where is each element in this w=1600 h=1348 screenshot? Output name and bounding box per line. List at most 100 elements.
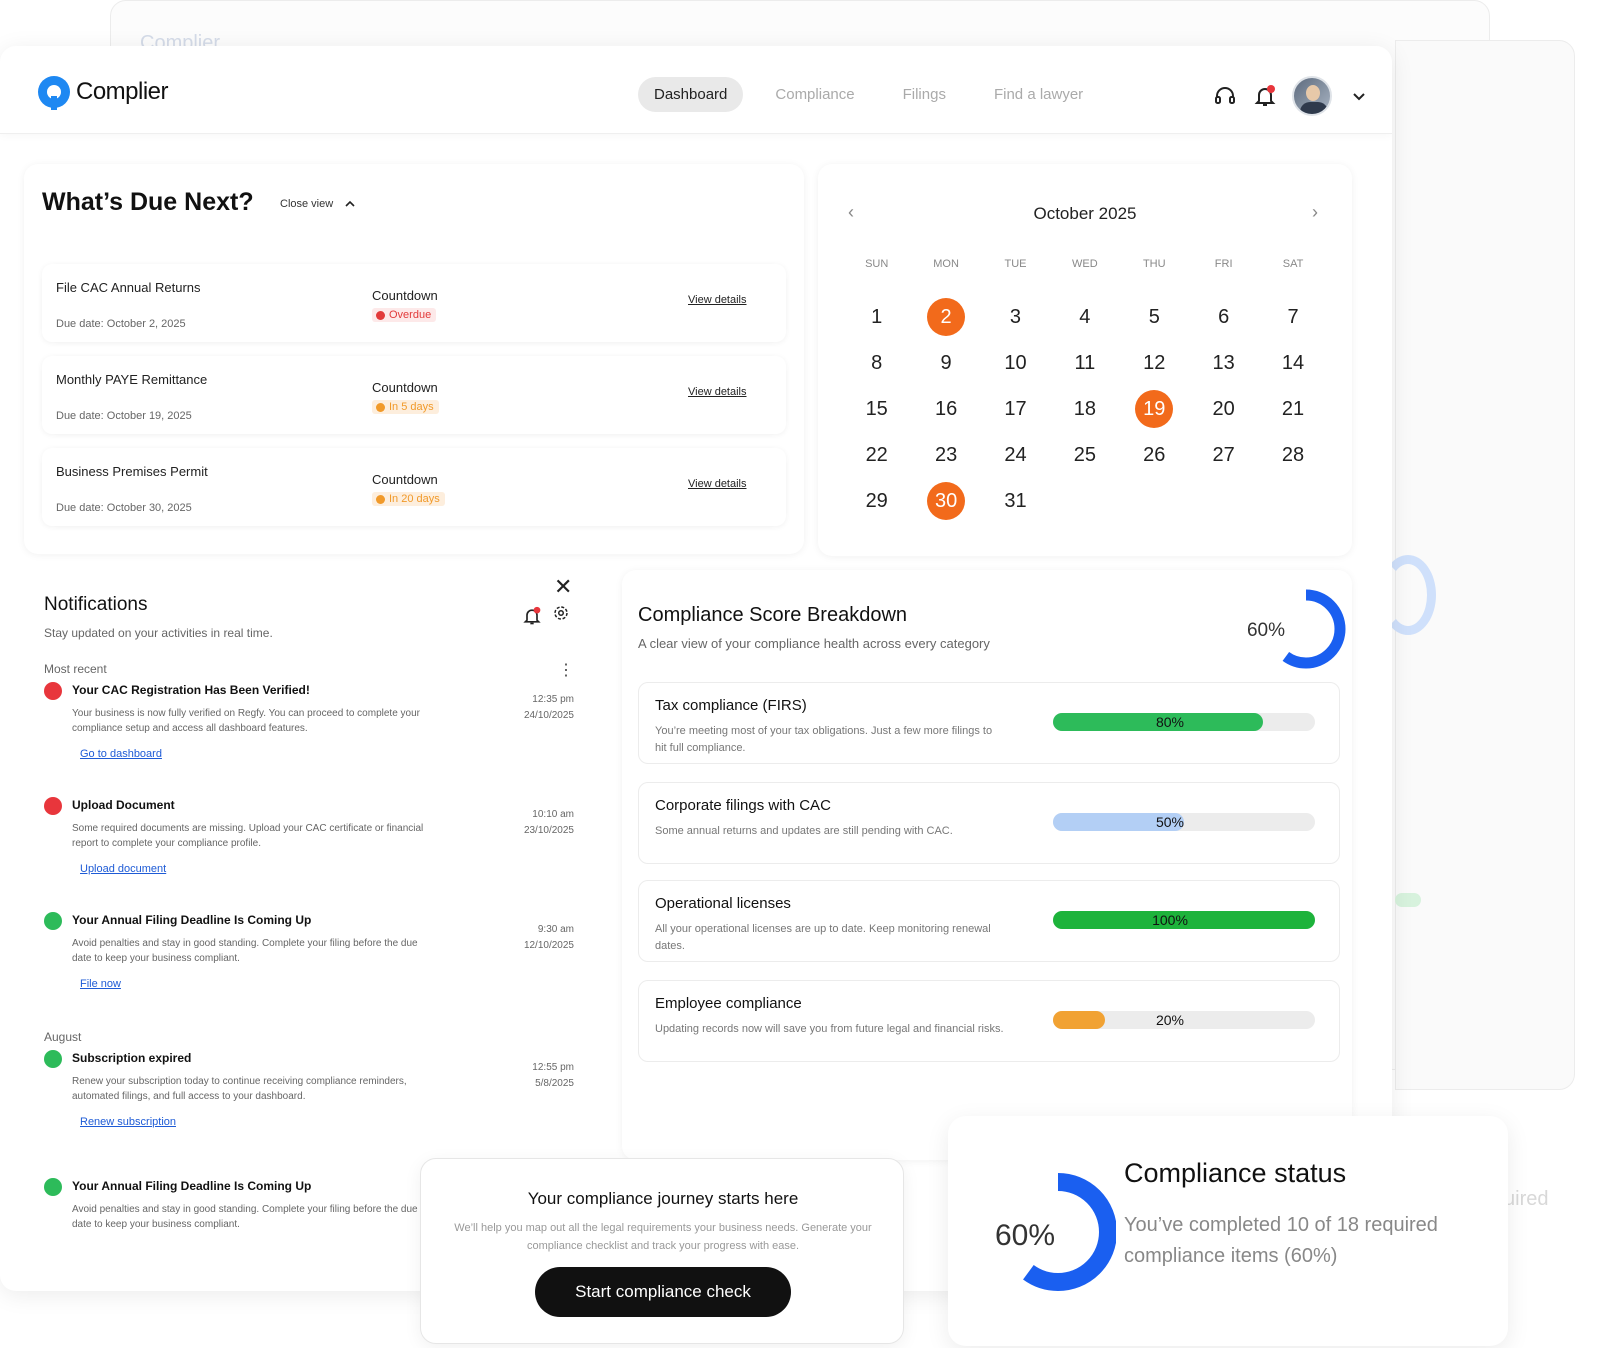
calendar-day[interactable]: 14: [1258, 340, 1327, 386]
score-title: Compliance Score Breakdown: [638, 604, 908, 626]
status-donut: 60%: [995, 1173, 1116, 1291]
calendar-day[interactable]: 7: [1258, 294, 1327, 340]
calendar-card: ‹ October 2025 › SUN MON TUE WED THU FRI SAT 1 2…: [818, 164, 1352, 556]
calendar-day[interactable]: 5: [1120, 294, 1189, 340]
calendar-day[interactable]: 3: [981, 294, 1050, 340]
category-description: Some annual returns and updates are stil…: [655, 825, 953, 837]
status-dot-icon: [44, 682, 62, 700]
calendar-day[interactable]: 24: [981, 432, 1050, 478]
calendar-day[interactable]: 13: [1189, 340, 1258, 386]
calendar-day[interactable]: 21: [1258, 386, 1327, 432]
calendar-day[interactable]: 10: [981, 340, 1050, 386]
app-logo[interactable]: Complier: [38, 76, 169, 110]
calendar-day[interactable]: 22: [842, 432, 911, 478]
calendar-day-number: 4: [1079, 306, 1091, 328]
nav-filings[interactable]: Filings: [887, 77, 962, 112]
calendar-day[interactable]: 30: [911, 478, 980, 524]
calendar-day-number: 22: [865, 444, 888, 466]
view-details-link[interactable]: View details: [688, 478, 747, 490]
calendar-day[interactable]: 18: [1050, 386, 1119, 432]
calendar-day-number: 2: [927, 298, 966, 336]
view-details-link[interactable]: View details: [688, 294, 747, 306]
calendar-day-number: 9: [940, 352, 952, 374]
calendar-day[interactable]: 23: [911, 432, 980, 478]
section-august: August: [44, 1030, 82, 1044]
calendar-day[interactable]: 12: [1120, 340, 1189, 386]
chevron-down-icon[interactable]: [1346, 83, 1372, 109]
category-title: Tax compliance (FIRS): [655, 697, 807, 714]
calendar-day[interactable]: 26: [1120, 432, 1189, 478]
weekday-label: MON: [933, 258, 959, 270]
calendar-day[interactable]: 27: [1189, 432, 1258, 478]
calendar-day[interactable]: 17: [981, 386, 1050, 432]
compliance-status-card: 60% Compliance status You’ve completed 1…: [948, 1116, 1508, 1346]
notification-time-text: 12:55 pm: [532, 1062, 574, 1073]
due-item-name: Monthly PAYE Remittance: [56, 372, 208, 387]
progress-track: 80%: [1053, 713, 1315, 731]
calendar-day-number: 5: [1148, 306, 1160, 328]
calendar-day[interactable]: 1: [842, 294, 911, 340]
more-options-icon[interactable]: ⋮: [558, 660, 574, 680]
calendar-day[interactable]: 11: [1050, 340, 1119, 386]
calendar-day[interactable]: 20: [1189, 386, 1258, 432]
calendar-day-number: 11: [1074, 352, 1096, 374]
ghost-bar: [1395, 893, 1421, 907]
calendar-day[interactable]: 28: [1258, 432, 1327, 478]
notification-body: Avoid penalties and stay in good standin…: [72, 1204, 418, 1230]
calendar-day-number: 30: [927, 482, 966, 520]
status-dot-icon: [44, 797, 62, 815]
calendar-day[interactable]: 2: [911, 294, 980, 340]
calendar-day-number: 17: [1004, 398, 1027, 420]
calendar-day[interactable]: 31: [981, 478, 1050, 524]
calendar-day[interactable]: 19: [1120, 386, 1189, 432]
main-nav: Dashboard Compliance Filings Find a lawyer: [638, 77, 1099, 112]
user-avatar[interactable]: [1292, 76, 1332, 116]
notification-bell-icon[interactable]: [1252, 83, 1278, 109]
status-dot-icon: [376, 402, 385, 412]
progress-label: 50%: [1155, 814, 1185, 830]
calendar-day[interactable]: 15: [842, 386, 911, 432]
journey-title: Your compliance journey starts here: [527, 1189, 799, 1208]
bell-alert-icon[interactable]: [522, 606, 542, 631]
progress-label: 100%: [1152, 912, 1188, 928]
notification-link[interactable]: Go to dashboard: [80, 748, 162, 760]
countdown-label: Countdown: [372, 472, 438, 487]
calendar-day-number: 12: [1143, 352, 1166, 374]
nav-compliance[interactable]: Compliance: [759, 77, 870, 112]
calendar-day[interactable]: 29: [842, 478, 911, 524]
calendar-day[interactable]: 16: [911, 386, 980, 432]
due-next-card: What’s Due Next? Close view File CAC Ann…: [24, 164, 804, 554]
close-icon[interactable]: ✕: [554, 574, 572, 600]
status-dot-icon: [376, 310, 385, 320]
calendar-day[interactable]: 9: [911, 340, 980, 386]
due-item: Business Premises Permit Due date: Octobe…: [42, 448, 786, 526]
calendar-day[interactable]: 25: [1050, 432, 1119, 478]
calendar-day-number: 27: [1212, 444, 1235, 466]
calendar-day[interactable]: 6: [1189, 294, 1258, 340]
score-category: Tax compliance (FIRS) You’re meeting most…: [638, 682, 1340, 764]
calendar-next-icon[interactable]: ›: [1312, 202, 1318, 223]
support-headset-icon[interactable]: [1212, 83, 1238, 109]
start-compliance-check-button[interactable]: Start compliance check: [535, 1267, 791, 1317]
notification-date-text: 5/8/2025: [535, 1078, 574, 1089]
due-item-date: Due date: October 2, 2025: [56, 318, 186, 330]
notification-time-text: 10:10 am: [532, 809, 574, 820]
calendar-day-number: 7: [1287, 306, 1299, 328]
calendar-day[interactable]: 8: [842, 340, 911, 386]
view-details-link[interactable]: View details: [688, 386, 747, 398]
category-description: All your operational licenses are up to …: [655, 923, 991, 952]
calendar-day-number: 19: [1135, 390, 1174, 428]
calendar-month: October 2025: [1033, 204, 1137, 223]
nav-dashboard[interactable]: Dashboard: [638, 77, 744, 112]
nav-find-a-lawyer[interactable]: Find a lawyer: [978, 77, 1099, 112]
calendar-day[interactable]: 4: [1050, 294, 1119, 340]
notification-link[interactable]: File now: [80, 978, 121, 990]
notification-link[interactable]: Renew subscription: [80, 1116, 176, 1128]
notification-link[interactable]: Upload document: [80, 863, 166, 875]
calendar-day-number: 14: [1281, 352, 1305, 374]
calendar-day-number: 28: [1281, 444, 1305, 466]
score-percent-label: 60%: [1247, 620, 1285, 641]
gear-icon[interactable]: [552, 604, 570, 627]
close-view-toggle[interactable]: Close view: [280, 198, 355, 210]
notification-body: Avoid penalties and stay in good standin…: [72, 938, 418, 964]
